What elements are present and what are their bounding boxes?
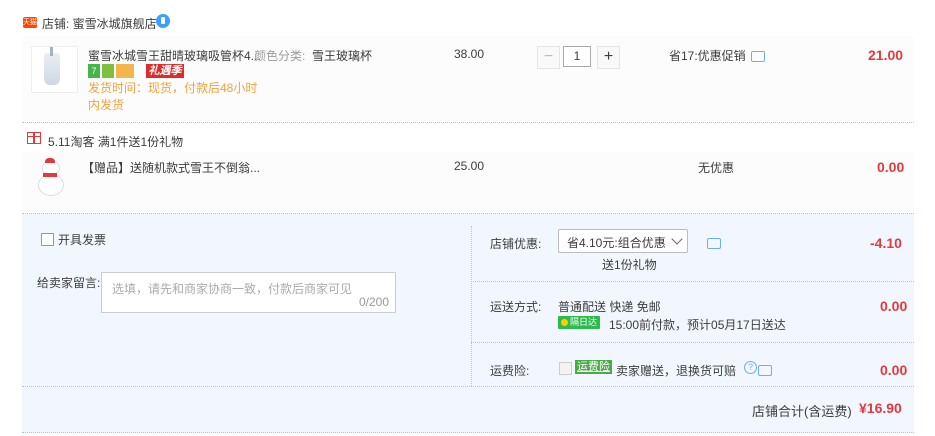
invoice-option[interactable]: 开具发票 <box>37 231 106 248</box>
divider <box>22 213 914 214</box>
service-badges: 7 礼遇季 <box>88 63 186 78</box>
store-name[interactable]: 店铺: 蜜雪冰城旗舰店 <box>42 15 157 32</box>
shipping-eta: 15:00前付款，预计05月17日送达 <box>609 318 786 332</box>
shipping-method: 普通配送 快递 免邮 <box>558 300 661 314</box>
store-total-value: ¥16.90 <box>859 400 902 416</box>
quantity-minus-button[interactable]: − <box>537 46 560 69</box>
message-label: 给卖家留言: <box>37 276 101 290</box>
gift-promo: 无优惠 <box>698 161 735 175</box>
divider <box>471 226 472 386</box>
insurance-label: 运费险: <box>490 364 530 378</box>
insurance-checkbox[interactable] <box>559 362 572 375</box>
next-day-badge: 隔日达 <box>558 316 601 329</box>
gift-icon <box>27 132 41 144</box>
shipping-value: 0.00 <box>880 298 908 314</box>
gift-thumbnail[interactable] <box>34 158 66 196</box>
store-total-label: 店铺合计(含运费) <box>752 404 852 419</box>
chevron-down-icon <box>671 233 683 245</box>
shop-discount-value: -4.10 <box>870 235 902 251</box>
shop-discount-selected: 省4.10元:组合优惠 <box>567 236 666 250</box>
shop-discount-sub: 送1份礼物 <box>602 258 657 272</box>
promo-chat-icon[interactable] <box>750 51 765 63</box>
insurance-badge[interactable]: 运费险 <box>575 360 612 374</box>
snowman-body <box>38 174 64 196</box>
wangwang-chat-icon[interactable] <box>156 14 170 28</box>
snowman-hat <box>45 158 55 163</box>
shop-discount-select[interactable]: 省4.10元:组合优惠 <box>558 229 688 253</box>
product-thumbnail[interactable] <box>31 46 78 93</box>
product-title[interactable]: 蜜雪冰城雪王甜晴玻璃吸管杯4... <box>88 47 261 64</box>
message-placeholder: 选填，请先和商家协商一致，付款后商家可见 <box>112 282 353 296</box>
unit-price: 38.00 <box>454 47 485 61</box>
item-promo: 省17:优惠促销 <box>669 47 765 64</box>
shop-discount-label: 店铺优惠: <box>490 237 542 251</box>
gift-unit-price: 25.00 <box>454 159 485 173</box>
gift-promo-text: 5.11淘客 满1件送1份礼物 <box>48 135 184 149</box>
snowman-scarf <box>43 173 57 177</box>
invoice-checkbox[interactable] <box>41 233 54 246</box>
seller-message-input[interactable]: 选填，请先和商家协商一致，付款后商家可见 0/200 <box>101 272 396 313</box>
quantity-input[interactable]: 1 <box>563 46 591 67</box>
insurance-text: 卖家赠送，退换货可赔 <box>616 364 737 378</box>
divider <box>471 342 914 343</box>
ship-time-text: 发货时间：现货，付款后48小时内发货 <box>88 81 258 112</box>
divider <box>22 122 914 123</box>
item-total: 21.00 <box>868 47 904 63</box>
credit-card-icon[interactable] <box>116 63 134 78</box>
shipping-label: 运送方式: <box>490 300 542 314</box>
divider <box>471 281 914 282</box>
gift-total: 0.00 <box>877 159 905 175</box>
divider <box>22 386 914 387</box>
product-sku: 颜色分类: 雪王玻璃杯 <box>254 49 373 63</box>
insurance-value: 0.00 <box>880 362 908 378</box>
quantity-plus-button[interactable]: + <box>597 46 620 69</box>
gift-season-badge[interactable]: 礼遇季 <box>146 63 184 78</box>
tmall-store-icon: 天猫 <box>23 17 37 28</box>
gift-title[interactable]: 【赠品】送随机款式雪王不倒翁... <box>82 159 260 176</box>
insurance-chat-icon[interactable] <box>758 365 773 377</box>
discount-chat-icon[interactable] <box>707 238 721 250</box>
message-char-count: 0/200 <box>358 295 389 309</box>
help-icon[interactable]: ? <box>744 361 757 374</box>
glass-bottle-image <box>44 47 60 85</box>
divider <box>22 432 914 433</box>
quality-icon[interactable] <box>102 63 114 78</box>
seven-day-return-icon[interactable]: 7 <box>88 63 100 78</box>
